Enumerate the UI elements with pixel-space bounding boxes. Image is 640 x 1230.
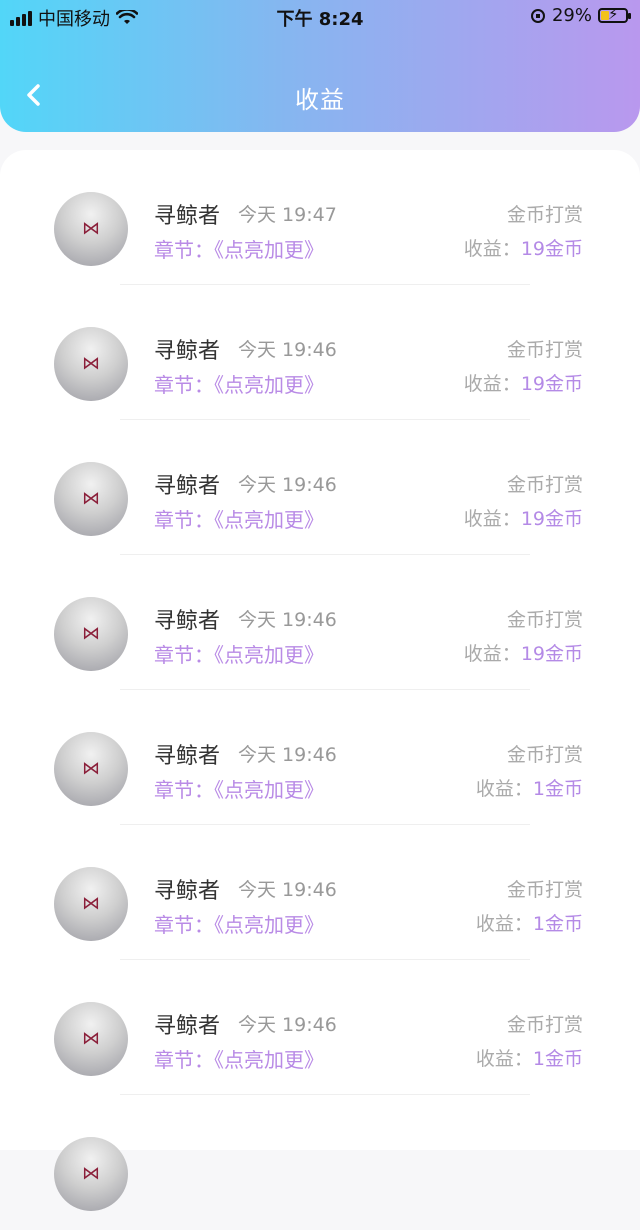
- income-label: 收益：: [463, 373, 521, 395]
- avatar: ⋈: [54, 192, 128, 266]
- avatar: ⋈: [54, 867, 128, 941]
- chapter-prefix: 章节：: [154, 913, 214, 937]
- chapter-line: 章节：《点亮加更》: [154, 774, 324, 803]
- user-name: 寻鲸者: [154, 744, 221, 769]
- income-line: 收益：1金币: [476, 774, 583, 801]
- bow-icon: ⋈: [82, 488, 100, 509]
- income-line: 收益：1金币: [476, 1044, 583, 1071]
- header: 中国移动 下午 8:24 29% ⚡ 收益: [0, 0, 640, 132]
- user-name: 寻鲸者: [154, 204, 221, 229]
- income-amount: 19金币: [520, 373, 583, 395]
- battery-icon: ⚡: [598, 5, 631, 23]
- user-name: 寻鲸者: [154, 474, 221, 499]
- reward-type: 金币打赏: [506, 744, 583, 766]
- income-amount: 1金币: [532, 913, 583, 935]
- bow-icon: ⋈: [82, 1028, 100, 1049]
- bow-icon: ⋈: [82, 1163, 100, 1184]
- reward-type: 金币打赏: [506, 1014, 583, 1036]
- chapter-title: 《点亮加更》: [214, 778, 324, 802]
- income-list: ⋈ 寻鲸者 今天 19:47 章节：《点亮加更》 金币打赏 收益：19金币 ⋈ …: [0, 150, 640, 1211]
- timestamp: 今天 19:46: [238, 609, 337, 631]
- list-item[interactable]: ⋈ 寻鲸者 今天 19:47 章节：《点亮加更》 金币打赏 收益：19金币: [0, 150, 640, 285]
- chapter-prefix: 章节：: [154, 373, 214, 397]
- chapter-prefix: 章节：: [154, 1048, 214, 1072]
- status-bar: 中国移动 下午 8:24 29% ⚡: [0, 0, 640, 34]
- chapter-line: 章节：《点亮加更》: [154, 234, 324, 263]
- reward-type: 金币打赏: [506, 879, 583, 901]
- list-item[interactable]: ⋈ 寻鲸者 今天 19:46 章节：《点亮加更》 金币打赏 收益：1金币: [0, 825, 640, 960]
- chapter-line: 章节：《点亮加更》: [154, 909, 324, 938]
- reward-type: 金币打赏: [506, 204, 583, 226]
- chapter-prefix: 章节：: [154, 508, 214, 532]
- income-amount: 19金币: [520, 238, 583, 260]
- timestamp: 今天 19:46: [238, 339, 337, 361]
- income-label: 收益：: [475, 913, 533, 935]
- chapter-line: 章节：《点亮加更》: [154, 504, 324, 533]
- income-amount: 19金币: [520, 508, 583, 530]
- user-name: 寻鲸者: [154, 1014, 221, 1039]
- chapter-title: 《点亮加更》: [214, 373, 324, 397]
- list-item[interactable]: ⋈ 寻鲸者 今天 19:46 章节：《点亮加更》 金币打赏 收益：19金币: [0, 555, 640, 690]
- avatar: ⋈: [54, 327, 128, 401]
- list-item[interactable]: ⋈ 寻鲸者 今天 19:46 章节：《点亮加更》 金币打赏 收益：19金币: [0, 285, 640, 420]
- chapter-title: 《点亮加更》: [214, 913, 324, 937]
- income-line: 收益：19金币: [464, 639, 583, 666]
- list-item[interactable]: ⋈ 寻鲸者 今天 19:46 章节：《点亮加更》 金币打赏 收益：1金币: [0, 690, 640, 825]
- chapter-title: 《点亮加更》: [214, 238, 324, 262]
- income-label: 收益：: [475, 778, 533, 800]
- timestamp: 今天 19:46: [238, 474, 337, 496]
- chapter-line: 章节：《点亮加更》: [154, 639, 324, 668]
- chapter-title: 《点亮加更》: [214, 508, 324, 532]
- battery-percent: 29%: [551, 5, 592, 26]
- income-amount: 1金币: [532, 1048, 583, 1070]
- avatar: ⋈: [54, 597, 128, 671]
- income-label: 收益：: [463, 508, 521, 530]
- list-item[interactable]: ⋈ 寻鲸者 今天 19:46 章节：《点亮加更》 金币打赏 收益：1金币: [0, 960, 640, 1095]
- chapter-title: 《点亮加更》: [214, 1048, 324, 1072]
- user-name: 寻鲸者: [154, 879, 221, 904]
- list-item[interactable]: ⋈: [0, 1095, 640, 1230]
- charging-icon: ⚡: [608, 5, 619, 23]
- income-label: 收益：: [463, 643, 521, 665]
- income-amount: 19金币: [520, 643, 583, 665]
- bow-icon: ⋈: [82, 623, 100, 644]
- nav-bar: 收益: [0, 70, 640, 122]
- bow-icon: ⋈: [82, 218, 100, 239]
- rotation-lock-icon: [530, 8, 545, 23]
- user-name: 寻鲸者: [154, 339, 221, 364]
- income-amount: 1金币: [532, 778, 583, 800]
- page-title: 收益: [295, 86, 345, 114]
- timestamp: 今天 19:46: [238, 879, 337, 901]
- bow-icon: ⋈: [82, 353, 100, 374]
- chapter-title: 《点亮加更》: [214, 643, 324, 667]
- status-right: 29% ⚡: [530, 5, 631, 26]
- chapter-line: 章节：《点亮加更》: [154, 1044, 324, 1073]
- avatar: ⋈: [54, 1137, 128, 1211]
- income-label: 收益：: [463, 238, 521, 260]
- chapter-prefix: 章节：: [154, 643, 214, 667]
- reward-type: 金币打赏: [506, 609, 583, 631]
- timestamp: 今天 19:46: [238, 744, 337, 766]
- income-label: 收益：: [475, 1048, 533, 1070]
- reward-type: 金币打赏: [506, 339, 583, 361]
- bow-icon: ⋈: [82, 893, 100, 914]
- income-line: 收益：19金币: [464, 504, 583, 531]
- list-item[interactable]: ⋈ 寻鲸者 今天 19:46 章节：《点亮加更》 金币打赏 收益：19金币: [0, 420, 640, 555]
- income-line: 收益：19金币: [464, 234, 583, 261]
- chapter-line: 章节：《点亮加更》: [154, 369, 324, 398]
- chapter-prefix: 章节：: [154, 238, 214, 262]
- income-line: 收益：19金币: [464, 369, 583, 396]
- avatar: ⋈: [54, 732, 128, 806]
- avatar: ⋈: [54, 1002, 128, 1076]
- avatar: ⋈: [54, 462, 128, 536]
- income-line: 收益：1金币: [476, 909, 583, 936]
- timestamp: 今天 19:46: [238, 1014, 337, 1036]
- user-name: 寻鲸者: [154, 609, 221, 634]
- bow-icon: ⋈: [82, 758, 100, 779]
- reward-type: 金币打赏: [506, 474, 583, 496]
- timestamp: 今天 19:47: [238, 204, 337, 226]
- chapter-prefix: 章节：: [154, 778, 214, 802]
